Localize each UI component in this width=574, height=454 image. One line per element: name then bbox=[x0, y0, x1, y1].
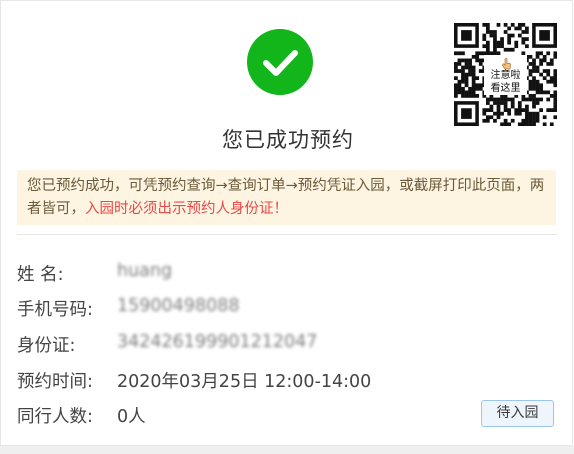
qr-code: 注意啦 看这里 bbox=[454, 23, 557, 126]
time-value: 2020年03月25日 12:00-14:00 bbox=[117, 372, 372, 392]
name-value: huang bbox=[117, 261, 173, 281]
notice-box: 您已预约成功，可凭预约查询→查询订单→预约凭证入园，或截屏打印此页面，两者皆可，… bbox=[17, 170, 556, 225]
phone-value: 15900498088 bbox=[117, 296, 240, 316]
notice-warning: 入园时必须出示预约人身份证！ bbox=[85, 201, 288, 217]
qr-label-line2: 看这里 bbox=[490, 83, 521, 94]
qr-code-center-label: 注意啦 看这里 bbox=[484, 55, 527, 95]
id-card-value: 342426199901212047 bbox=[117, 332, 318, 352]
check-circle-icon bbox=[247, 29, 313, 95]
companions-label: 同行人数: bbox=[17, 407, 93, 427]
phone-label: 手机号码: bbox=[17, 300, 93, 320]
divider bbox=[17, 234, 557, 235]
footer-strip bbox=[0, 446, 574, 454]
id-card-label: 身份证: bbox=[17, 336, 76, 356]
qr-label-line1: 注意啦 bbox=[490, 70, 521, 81]
time-label: 预约时间: bbox=[17, 372, 93, 392]
pending-entry-button[interactable]: 待入园 bbox=[481, 400, 554, 427]
companions-value: 0人 bbox=[117, 407, 146, 427]
name-label: 姓 名: bbox=[17, 265, 64, 285]
reservation-card: 注意啦 看这里 您已成功预约 您已预约成功，可凭预约查询→查询订单→预约凭证入园… bbox=[0, 0, 573, 446]
page-title: 您已成功预约 bbox=[222, 128, 354, 152]
